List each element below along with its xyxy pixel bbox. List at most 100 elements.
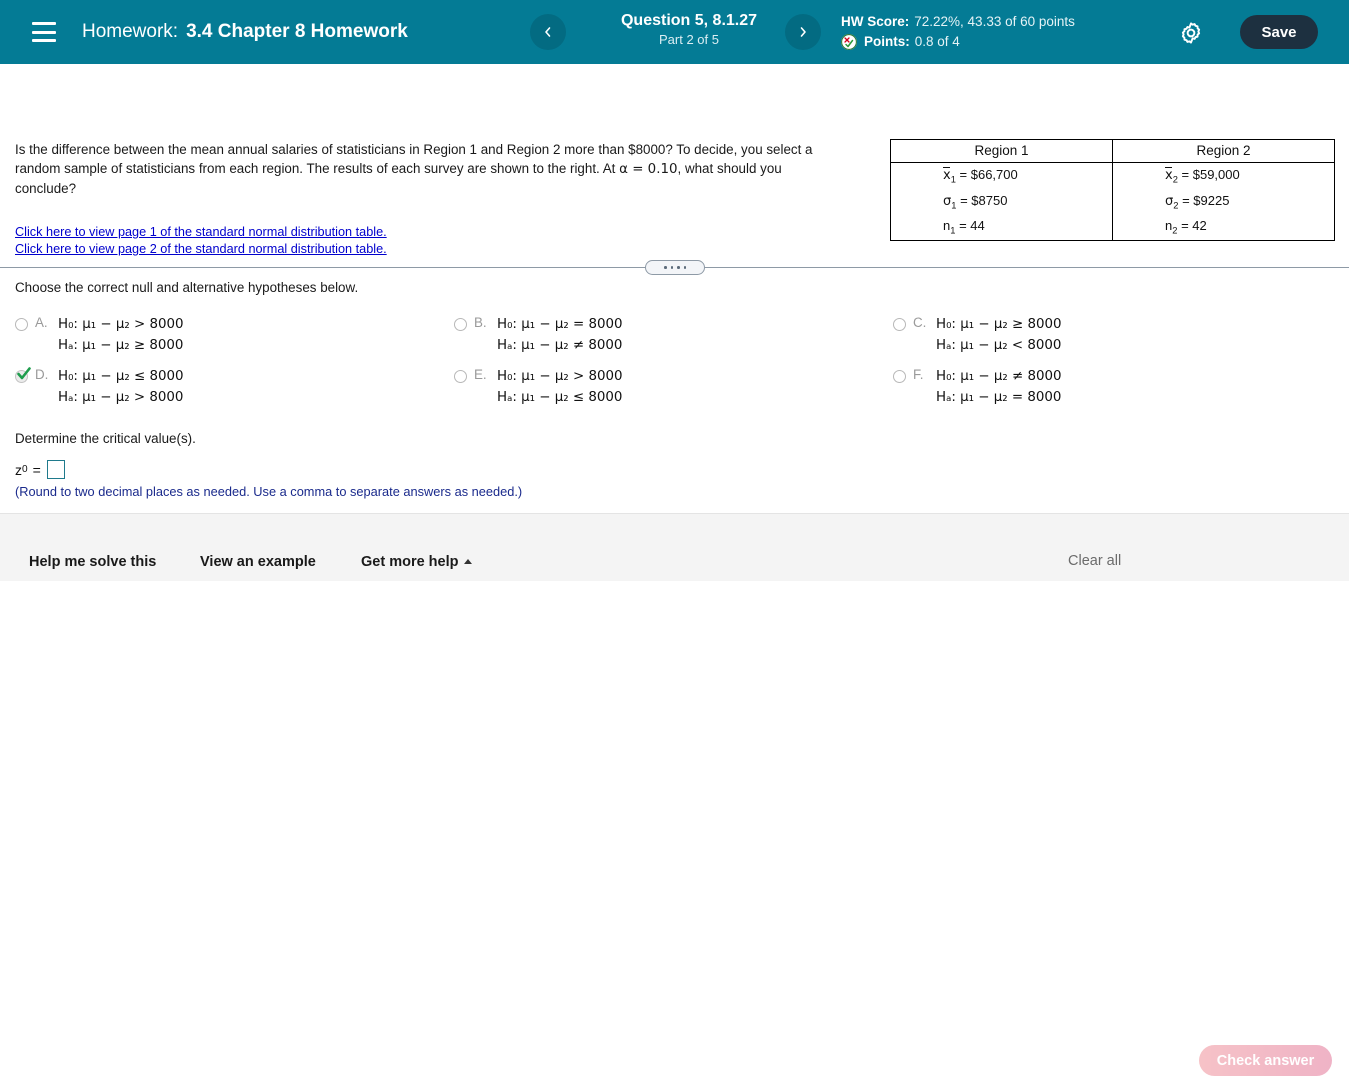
partial-credit-icon — [841, 34, 857, 50]
option-c-hypotheses: H₀: μ₁ − μ₂ ≥ 8000 Hₐ: μ₁ − μ₂ < 8000 — [936, 314, 1062, 356]
alternative-hypothesis: Hₐ: μ₁ − μ₂ > 8000 — [58, 390, 184, 405]
subscript: 1 — [950, 225, 956, 236]
chevron-left-icon — [545, 27, 551, 37]
option-a-hypotheses: H₀: μ₁ − μ₂ > 8000 Hₐ: μ₁ − μ₂ ≥ 8000 — [58, 314, 184, 356]
option-letter-a: A. — [35, 315, 48, 330]
z-subscript: 0 — [22, 464, 28, 475]
normal-table-page-1-link[interactable]: Click here to view page 1 of the standar… — [15, 225, 387, 239]
option-letter-f: F. — [913, 367, 924, 382]
x-bar-symbol: x — [943, 167, 951, 183]
radio-option-c[interactable] — [893, 318, 906, 331]
alternative-hypothesis: Hₐ: μ₁ − μ₂ = 8000 — [936, 390, 1062, 405]
hw-score-row: HW Score: 72.22%, 43.33 of 60 points — [841, 12, 1075, 32]
get-more-help-button[interactable]: Get more help — [361, 554, 472, 570]
green-check-icon — [17, 367, 31, 384]
footer-bar: Help me solve this View an example Get m… — [0, 513, 1349, 1076]
subscript: 2 — [1172, 225, 1178, 236]
hw-score-value: 72.22%, 43.33 of 60 points — [914, 14, 1075, 29]
cell-mean-region-1: x1 = $66,700 — [890, 162, 1113, 189]
help-me-solve-this-button[interactable]: Help me solve this — [29, 554, 156, 570]
option-e-hypotheses: H₀: μ₁ − μ₂ > 8000 Hₐ: μ₁ − μ₂ ≤ 8000 — [497, 366, 623, 408]
equals-sign: = — [32, 461, 41, 478]
hamburger-bar — [32, 22, 56, 25]
option-d[interactable]: D. H₀: μ₁ − μ₂ ≤ 8000 Hₐ: μ₁ − μ₂ > 8000 — [15, 366, 184, 408]
x-bar-symbol: x — [1165, 167, 1173, 183]
survey-results-table: Region 1 Region 2 x1 = $66,700 x2 = $59,… — [890, 139, 1335, 241]
radio-option-f[interactable] — [893, 370, 906, 383]
critical-value-prompt: Determine the critical value(s). — [15, 431, 196, 446]
table-header-row: Region 1 Region 2 — [890, 139, 1335, 163]
cell-value: = 42 — [1181, 218, 1207, 234]
z-symbol: z — [15, 461, 22, 478]
alternative-hypothesis: Hₐ: μ₁ − μ₂ ≤ 8000 — [497, 390, 623, 405]
question-title: Question 5, 8.1.27 — [620, 12, 758, 29]
caret-up-icon — [463, 559, 472, 564]
question-content-area: Is the difference between the mean annua… — [0, 64, 1349, 513]
clear-all-button[interactable]: Clear all — [1068, 553, 1121, 569]
check-answer-button[interactable]: Check answer — [1199, 1045, 1332, 1076]
null-hypothesis: H₀: μ₁ − μ₂ > 8000 — [58, 317, 184, 332]
option-letter-d: D. — [35, 367, 49, 382]
sigma-symbol: σ — [1165, 193, 1174, 209]
question-part: Part 2 of 5 — [659, 32, 719, 47]
option-b[interactable]: B. H₀: μ₁ − μ₂ = 8000 Hₐ: μ₁ − μ₂ ≠ 8000 — [454, 314, 623, 356]
option-d-hypotheses: H₀: μ₁ − μ₂ ≤ 8000 Hₐ: μ₁ − μ₂ > 8000 — [58, 366, 184, 408]
cell-value: = $59,000 — [1181, 167, 1240, 182]
option-f[interactable]: F. H₀: μ₁ − μ₂ ≠ 8000 Hₐ: μ₁ − μ₂ = 8000 — [893, 366, 1062, 408]
cell-n-region-1: n1 = 44 — [890, 214, 1113, 241]
critical-value-row: z0 = — [15, 460, 65, 479]
points-label: Points: — [864, 34, 910, 49]
option-e[interactable]: E. H₀: μ₁ − μ₂ > 8000 Hₐ: μ₁ − μ₂ ≤ 8000 — [454, 366, 623, 408]
view-an-example-button[interactable]: View an example — [200, 554, 316, 570]
homework-title: 3.4 Chapter 8 Homework — [186, 21, 408, 42]
previous-question-button[interactable] — [530, 14, 566, 50]
table-row: n1 = 44 n2 = 42 — [890, 214, 1335, 241]
critical-value-note: (Round to two decimal places as needed. … — [15, 484, 523, 499]
handle-dot — [677, 266, 680, 269]
subscript: 1 — [951, 200, 957, 211]
cell-value: = $66,700 — [959, 167, 1018, 182]
option-b-hypotheses: H₀: μ₁ − μ₂ = 8000 Hₐ: μ₁ − μ₂ ≠ 8000 — [497, 314, 623, 356]
hamburger-menu-icon[interactable] — [32, 22, 56, 42]
cell-mean-region-2: x2 = $59,000 — [1113, 163, 1335, 189]
cell-sigma-region-1: σ1 = $8750 — [890, 188, 1113, 215]
critical-value-input[interactable] — [46, 460, 65, 479]
handle-dot — [683, 266, 686, 269]
radio-option-a[interactable] — [15, 318, 28, 331]
alternative-hypothesis: Hₐ: μ₁ − μ₂ ≠ 8000 — [497, 338, 623, 353]
problem-line-2a: random sample of statisticians from each… — [15, 161, 620, 176]
divider-drag-handle[interactable] — [645, 260, 705, 275]
option-letter-c: C. — [913, 315, 927, 330]
app-header: Homework: 3.4 Chapter 8 Homework Questio… — [0, 0, 1349, 64]
score-summary: HW Score: 72.22%, 43.33 of 60 points Poi… — [841, 12, 1075, 52]
option-c[interactable]: C. H₀: μ₁ − μ₂ ≥ 8000 Hₐ: μ₁ − μ₂ < 8000 — [893, 314, 1062, 356]
points-value: 0.8 of 4 — [914, 34, 960, 49]
null-hypothesis: H₀: μ₁ − μ₂ ≠ 8000 — [936, 369, 1062, 384]
cell-n-region-2: n2 = 42 — [1113, 214, 1335, 240]
problem-statement: Is the difference between the mean annua… — [15, 140, 830, 198]
handle-dot — [670, 266, 673, 269]
radio-option-b[interactable] — [454, 318, 467, 331]
option-letter-e: E. — [474, 367, 487, 382]
table-row: x1 = $66,700 x2 = $59,000 — [890, 162, 1335, 189]
table-row: σ1 = $8750 σ2 = $9225 — [890, 188, 1335, 215]
subscript: 1 — [950, 174, 956, 185]
radio-option-e[interactable] — [454, 370, 467, 383]
sigma-symbol: σ — [943, 193, 952, 209]
radio-option-d[interactable] — [15, 367, 31, 384]
cell-value: = $8750 — [960, 192, 1008, 208]
normal-table-page-2-link[interactable]: Click here to view page 2 of the standar… — [15, 242, 387, 256]
settings-gear-button[interactable] — [1178, 20, 1204, 46]
handle-dot — [664, 266, 667, 269]
option-a[interactable]: A. H₀: μ₁ − μ₂ > 8000 Hₐ: μ₁ − μ₂ ≥ 8000 — [15, 314, 184, 356]
save-button[interactable]: Save — [1240, 15, 1318, 49]
null-hypothesis: H₀: μ₁ − μ₂ ≥ 8000 — [936, 317, 1062, 332]
subscript: 2 — [1173, 200, 1179, 211]
points-row: Points: 0.8 of 4 — [841, 32, 1075, 52]
cell-value: = $9225 — [1182, 192, 1230, 208]
next-question-button[interactable] — [785, 14, 821, 50]
null-hypothesis: H₀: μ₁ − μ₂ ≤ 8000 — [58, 369, 184, 384]
alternative-hypothesis: Hₐ: μ₁ − μ₂ ≥ 8000 — [58, 338, 184, 353]
alpha-value: α = 0.10 — [619, 162, 678, 177]
option-letter-b: B. — [474, 315, 487, 330]
